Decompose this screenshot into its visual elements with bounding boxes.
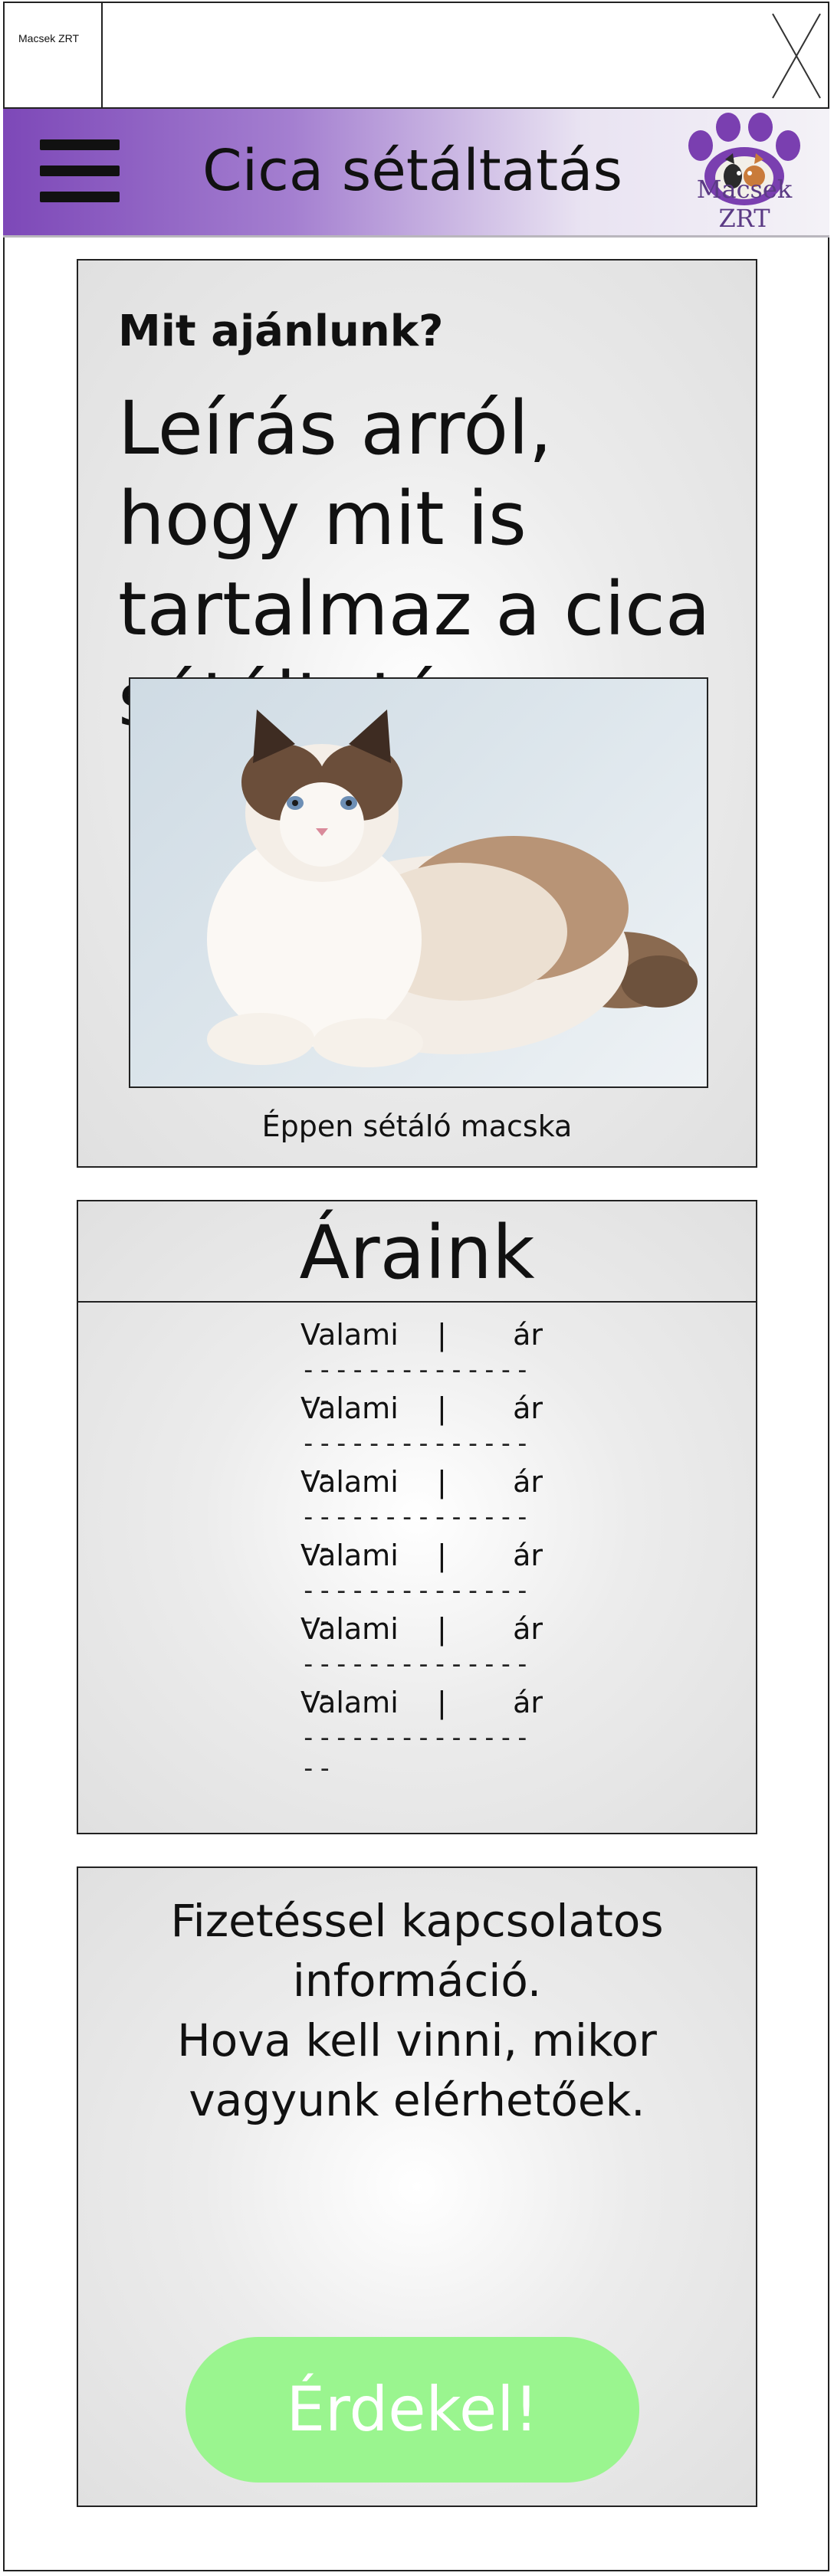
- site-header: Cica sétáltatás Macsek ZRT: [3, 109, 829, 238]
- close-icon[interactable]: [770, 11, 823, 101]
- price-item-name: Valami: [300, 1391, 399, 1425]
- hamburger-menu-icon[interactable]: [40, 139, 120, 205]
- price-separator: |: [437, 1465, 447, 1499]
- interested-button[interactable]: Érdekel!: [186, 2337, 639, 2483]
- price-item-value: ár: [513, 1539, 543, 1572]
- price-row: Valami | ár ----------------: [300, 1391, 546, 1490]
- prices-title: Áraink: [299, 1210, 535, 1296]
- price-row: Valami | ár ----------------: [300, 1318, 546, 1416]
- brand-logo[interactable]: Macsek ZRT: [671, 112, 817, 234]
- payment-line: Hova kell vinni, mikor: [177, 2014, 657, 2066]
- photo-caption: Éppen sétáló macska: [261, 1109, 573, 1143]
- payment-info: Fizetéssel kapcsolatos információ. Hova …: [109, 1891, 725, 2130]
- price-row: Valami | ár ----------------: [300, 1465, 546, 1563]
- price-item-value: ár: [513, 1318, 543, 1352]
- logo-text: Macsek ZRT: [696, 175, 793, 233]
- price-divider: ----------------: [300, 1722, 531, 1784]
- price-list: Valami | ár ---------------- Valami | ár…: [300, 1318, 546, 1784]
- page-title: Cica sétáltatás: [202, 138, 623, 204]
- tab-label: Macsek ZRT: [18, 32, 80, 44]
- price-row: Valami | ár ----------------: [300, 1539, 546, 1637]
- payment-card: Fizetéssel kapcsolatos információ. Hova …: [77, 1866, 757, 2507]
- price-row: Valami | ár ----------------: [300, 1686, 546, 1784]
- price-item-name: Valami: [300, 1686, 399, 1719]
- offer-heading: Mit ajánlunk?: [118, 306, 444, 356]
- price-item-name: Valami: [300, 1612, 399, 1646]
- cat-photo: [129, 677, 708, 1088]
- price-item-value: ár: [513, 1465, 543, 1499]
- price-separator: |: [437, 1318, 447, 1352]
- price-item-value: ár: [513, 1391, 543, 1425]
- cat-image-icon: [207, 710, 698, 1067]
- price-item-value: ár: [513, 1686, 543, 1719]
- browser-tab[interactable]: Macsek ZRT: [3, 2, 103, 109]
- payment-line: Fizetéssel kapcsolatos: [170, 1895, 664, 1947]
- price-separator: |: [437, 1686, 447, 1719]
- price-item-value: ár: [513, 1612, 543, 1646]
- payment-line: vagyunk elérhetőek.: [189, 2074, 645, 2126]
- offer-card: Mit ajánlunk? Leírás arról, hogy mit is …: [77, 259, 757, 1168]
- price-item-name: Valami: [300, 1465, 399, 1499]
- payment-line: információ.: [292, 1955, 542, 2007]
- price-item-name: Valami: [300, 1539, 399, 1572]
- prices-header: Áraink: [78, 1201, 756, 1303]
- price-separator: |: [437, 1539, 447, 1572]
- price-row: Valami | ár ----------------: [300, 1612, 546, 1710]
- prices-card: Áraink Valami | ár ---------------- Vala…: [77, 1200, 757, 1834]
- top-bar: Macsek ZRT: [3, 2, 829, 109]
- price-separator: |: [437, 1612, 447, 1646]
- price-separator: |: [437, 1391, 447, 1425]
- price-item-name: Valami: [300, 1318, 399, 1352]
